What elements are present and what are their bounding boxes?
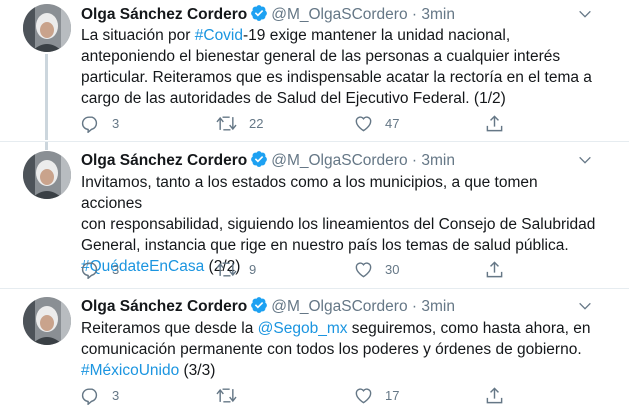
share-icon: [485, 114, 504, 133]
handle[interactable]: @M_OlgaSCordero: [271, 298, 407, 315]
reply-count: 3: [112, 261, 120, 277]
handle[interactable]: @M_OlgaSCordero: [271, 6, 407, 23]
like-count: 47: [385, 115, 400, 131]
like-button[interactable]: 30: [354, 258, 399, 280]
reply-count: 3: [112, 387, 120, 403]
tweet-line: General, instancia que rige en nuestro p…: [81, 237, 569, 254]
timestamp[interactable]: 3min: [421, 298, 455, 315]
separator-dot: ·: [411, 152, 418, 169]
tweet[interactable]: Olga Sánchez Cordero @M_OlgaSCordero · 3m…: [0, 142, 629, 287]
timestamp[interactable]: 3min: [421, 6, 455, 23]
tweet-actions: 3 9 30: [81, 258, 521, 280]
tweet-header: Olga Sánchez Cordero @M_OlgaSCordero · 3m…: [81, 296, 455, 318]
share-button[interactable]: [485, 384, 504, 406]
tweet-line: cargo de las autoridades de Salud del Ej…: [81, 90, 506, 107]
display-name[interactable]: Olga Sánchez Cordero: [81, 298, 247, 315]
display-name[interactable]: Olga Sánchez Cordero: [81, 6, 247, 23]
hashtag-link[interactable]: #MéxicoUnido: [81, 362, 179, 379]
retweet-count: 22: [249, 115, 264, 131]
retweet-button[interactable]: 9: [216, 258, 256, 280]
hashtag-link[interactable]: #Covid: [195, 27, 243, 44]
tweet-actions: 3 17: [81, 384, 521, 406]
share-button[interactable]: [485, 112, 504, 134]
reply-icon: [81, 260, 100, 279]
thread-line: [45, 142, 48, 150]
separator-dot: ·: [411, 6, 418, 23]
reply-button[interactable]: 3: [81, 112, 119, 134]
display-name[interactable]: Olga Sánchez Cordero: [81, 152, 247, 169]
tweet-text: Reiteramos que desde la @Segob_mx seguir…: [81, 318, 601, 381]
tweet-actions: 3 22 47: [81, 112, 521, 134]
tweet-line: comunicación permanente con todos los po…: [81, 341, 582, 358]
retweet-count: 9: [249, 261, 257, 277]
like-icon: [354, 114, 373, 133]
tweet-line: particular. Reiteramos que es indispensa…: [81, 69, 592, 86]
tweet-line: anteponiendo el bienestar general de las…: [81, 48, 561, 65]
avatar[interactable]: [23, 4, 71, 52]
retweet-icon: [216, 386, 237, 405]
reply-icon: [81, 386, 100, 405]
like-button[interactable]: 47: [354, 112, 399, 134]
retweet-icon: [216, 260, 237, 279]
like-count: 17: [385, 387, 400, 403]
like-button[interactable]: 17: [354, 384, 399, 406]
thread-line: [45, 54, 48, 140]
share-button[interactable]: [485, 258, 504, 280]
retweet-icon: [216, 114, 237, 133]
retweet-button[interactable]: 22: [216, 112, 263, 134]
reply-icon: [81, 114, 100, 133]
chevron-down-icon[interactable]: [577, 6, 593, 27]
tweet-header: Olga Sánchez Cordero @M_OlgaSCordero · 3m…: [81, 150, 455, 172]
reply-button[interactable]: 3: [81, 384, 119, 406]
timestamp[interactable]: 3min: [421, 152, 455, 169]
avatar[interactable]: [23, 151, 71, 199]
tweet-text: La situación por #Covid-19 exige mantene…: [81, 25, 601, 109]
reply-button[interactable]: 3: [81, 258, 119, 280]
tweet[interactable]: Olga Sánchez Cordero @M_OlgaSCordero · 3m…: [0, 289, 629, 420]
tweet-header: Olga Sánchez Cordero @M_OlgaSCordero · 3m…: [81, 4, 455, 26]
like-icon: [354, 260, 373, 279]
share-icon: [485, 260, 504, 279]
tweet-line: con responsabilidad, siguiendo los linea…: [81, 216, 596, 233]
mention-link[interactable]: @Segob_mx: [258, 320, 348, 337]
tweet-line: Reiteramos que desde la @Segob_mx seguir…: [81, 320, 591, 337]
share-icon: [485, 386, 504, 405]
reply-count: 3: [112, 115, 120, 131]
separator-dot: ·: [411, 298, 418, 315]
retweet-button[interactable]: [216, 384, 249, 406]
chevron-down-icon[interactable]: [577, 298, 593, 319]
avatar[interactable]: [23, 297, 71, 345]
handle[interactable]: @M_OlgaSCordero: [271, 152, 407, 169]
like-count: 30: [385, 261, 400, 277]
tweet-line: La situación por #Covid-19 exige mantene…: [81, 27, 511, 44]
chevron-down-icon[interactable]: [577, 152, 593, 173]
tweet[interactable]: Olga Sánchez Cordero @M_OlgaSCordero · 3m…: [0, 0, 629, 140]
tweet-line: Invitamos, tanto a los estados como a lo…: [81, 174, 538, 212]
like-icon: [354, 386, 373, 405]
tweet-line: #MéxicoUnido (3/3): [81, 362, 216, 379]
